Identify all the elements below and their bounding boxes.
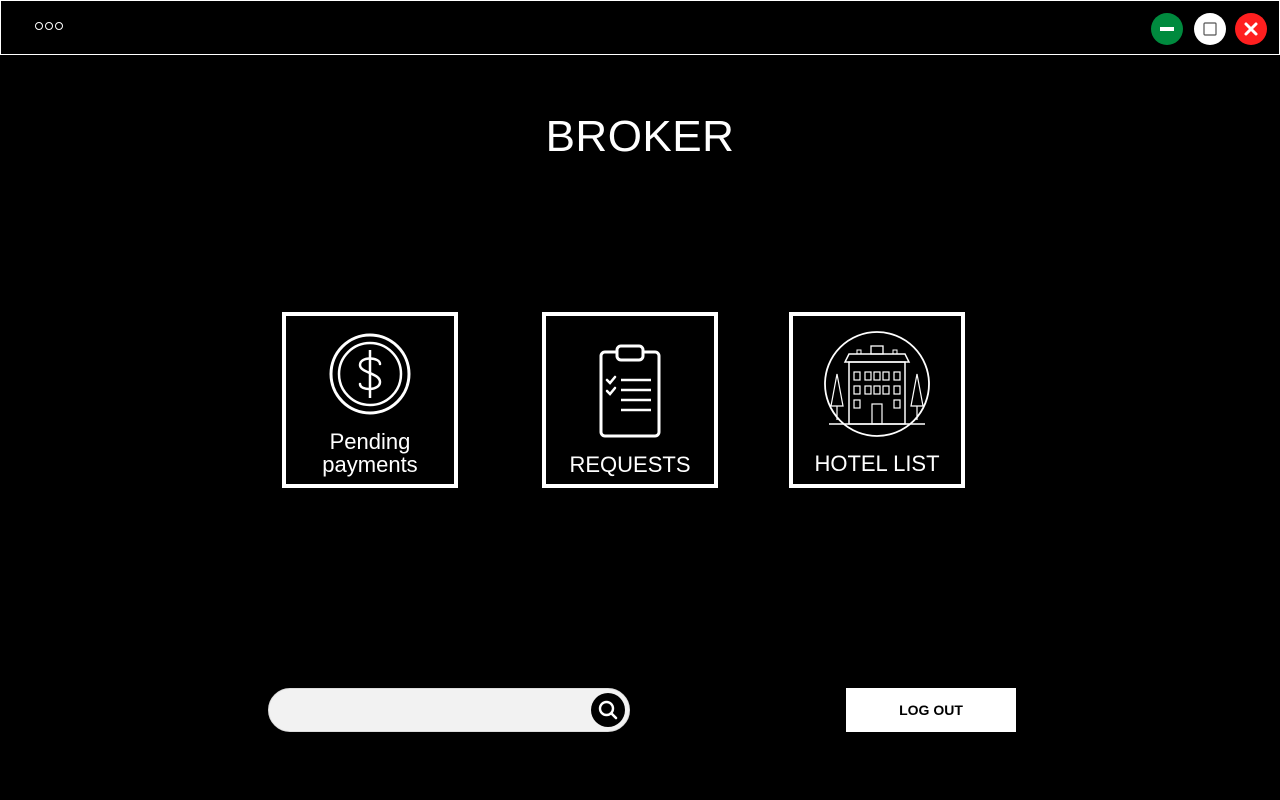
page-title: BROKER [545,112,735,161]
close-button[interactable] [1235,13,1267,45]
pending-payments-label: Pending payments [286,430,454,476]
requests-label: REQUESTS [569,452,691,477]
logout-button[interactable]: LOG OUT [846,688,1016,732]
search-button[interactable] [591,693,625,727]
search-icon [598,700,618,720]
pending-payments-tile[interactable]: Pending payments [282,312,458,488]
maximize-icon [1203,22,1217,36]
requests-tile[interactable]: REQUESTS [542,312,718,488]
dot [35,22,43,30]
close-icon [1244,22,1258,36]
minimize-button[interactable] [1151,13,1183,45]
hotel-list-label: HOTEL LIST [814,451,940,476]
maximize-button[interactable] [1194,13,1226,45]
hotel-building-icon [793,330,961,438]
search-box [268,688,630,732]
search-input[interactable] [283,695,583,725]
dollar-coin-icon [286,332,454,416]
clipboard-checklist-icon [546,342,714,442]
dot [45,22,53,30]
minimize-icon [1160,27,1174,31]
label-line: Pending [329,429,411,454]
label-line: payments [322,452,418,477]
title-bar [0,0,1280,55]
hotel-list-tile[interactable]: HOTEL LIST [789,312,965,488]
more-dots-icon[interactable] [35,21,63,31]
dot [55,22,63,30]
